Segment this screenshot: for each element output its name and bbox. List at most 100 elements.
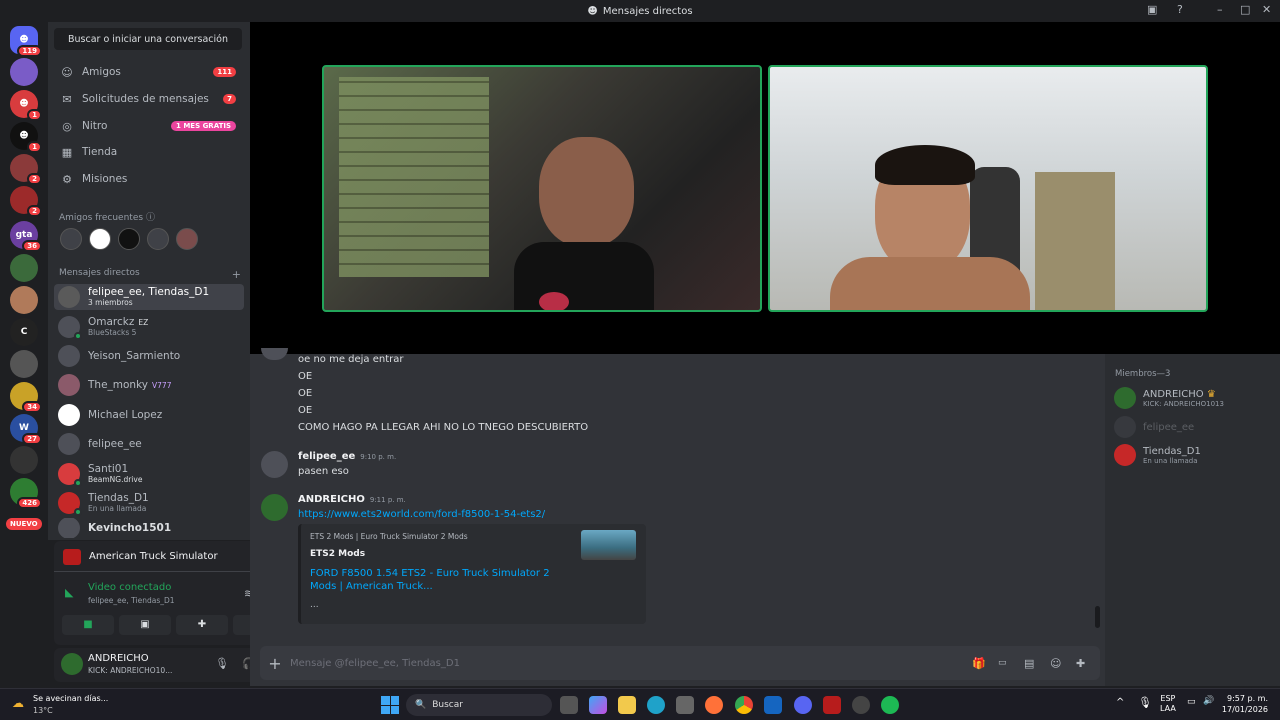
dm-item[interactable]: felipee_ee xyxy=(54,431,244,457)
maximize-button[interactable]: □ xyxy=(1240,3,1250,16)
friend-avatar[interactable] xyxy=(118,228,140,250)
embed-title[interactable]: FORD F8500 1.54 ETS2 - Euro Truck Simula… xyxy=(310,567,575,593)
server-icon[interactable] xyxy=(10,446,38,474)
emoji-icon[interactable]: ☺ xyxy=(1050,657,1076,670)
server-icon[interactable] xyxy=(10,58,38,86)
task-view-icon[interactable] xyxy=(560,696,578,714)
weather-icon[interactable]: ☁ xyxy=(12,696,24,710)
dm-search-button[interactable]: Buscar o iniciar una conversación xyxy=(54,28,242,50)
gift-icon[interactable]: 🎁 xyxy=(972,657,998,670)
friend-avatar[interactable] xyxy=(60,228,82,250)
avatar xyxy=(58,463,82,487)
firefox-icon[interactable] xyxy=(705,696,723,714)
message-input[interactable]: Mensaje @felipee_ee, Tiendas_D1 xyxy=(290,658,972,669)
friend-avatar[interactable] xyxy=(89,228,111,250)
mic-icon[interactable]: 🎙 xyxy=(215,657,229,670)
embed-description: ... xyxy=(310,600,319,610)
server-icon[interactable]: 426 xyxy=(10,478,42,509)
dm-item[interactable]: The_monky V777 xyxy=(54,372,244,398)
server-icon[interactable]: C xyxy=(10,318,38,346)
dm-item[interactable]: Yeison_Sarmiento xyxy=(54,343,244,369)
sticker-icon[interactable]: ▤ xyxy=(1024,657,1050,670)
clock[interactable]: 9:57 p. m. 17/01/2026 xyxy=(1222,693,1268,715)
nav-friends[interactable]: ☺ Amigos 111 xyxy=(54,60,244,84)
app-icon[interactable] xyxy=(852,696,870,714)
shop-icon: ▦ xyxy=(61,145,73,159)
apps-icon[interactable]: ✚ xyxy=(1076,657,1100,670)
network-icon[interactable]: ▭ xyxy=(1187,697,1196,707)
gif-icon[interactable]: ▭ xyxy=(998,658,1024,668)
server-badge: 1 xyxy=(27,109,42,121)
server-icon[interactable]: 2 xyxy=(10,154,42,185)
member-item[interactable]: ANDREICHO ♛ KICK: ANDREICHO1013 xyxy=(1114,387,1224,409)
message-author[interactable]: ANDREICHO xyxy=(298,494,365,505)
embed-thumbnail[interactable] xyxy=(581,530,636,560)
weather-temp: 13°C xyxy=(33,706,53,715)
spotify-icon[interactable] xyxy=(881,696,899,714)
nav-nitro[interactable]: ◎ Nitro 1 MES GRATIS xyxy=(54,114,244,138)
weather-title[interactable]: Se avecinan días... xyxy=(33,694,108,703)
dm-item[interactable]: felipee_ee, Tiendas_D1 3 miembros xyxy=(54,284,244,310)
dm-item[interactable]: Santi01 BeamNG.drive xyxy=(54,461,244,487)
camera-button[interactable]: ■ xyxy=(62,615,114,635)
chat-scrollbar[interactable] xyxy=(1095,606,1100,628)
video-tile[interactable] xyxy=(768,65,1208,312)
friend-avatar[interactable] xyxy=(147,228,169,250)
avatar[interactable] xyxy=(261,451,288,478)
video-tile[interactable] xyxy=(322,65,762,312)
dm-item[interactable]: Kevincho1501 xyxy=(54,518,244,538)
store-icon[interactable] xyxy=(676,696,694,714)
app-v-icon[interactable] xyxy=(764,696,782,714)
friend-avatar[interactable] xyxy=(176,228,198,250)
user-status: KICK: ANDREICHO10... xyxy=(88,666,173,675)
server-icon[interactable] xyxy=(10,286,38,314)
member-item[interactable]: felipee_ee xyxy=(1114,416,1194,438)
person-shirt xyxy=(514,242,654,310)
server-icon[interactable]: ☻ 1 xyxy=(10,90,42,121)
chrome-icon[interactable] xyxy=(735,696,753,714)
inbox-icon[interactable]: ▣ xyxy=(1147,3,1157,16)
message-link[interactable]: https://www.ets2world.com/ford-f8500-1-5… xyxy=(298,509,545,520)
server-gta[interactable]: gta 36 xyxy=(10,221,42,252)
copilot-icon[interactable] xyxy=(589,696,607,714)
close-button[interactable]: ✕ xyxy=(1262,3,1271,16)
dm-item[interactable]: Omarckz EZ BlueStacks 5 xyxy=(54,314,244,340)
dm-item[interactable]: Michael Lopez xyxy=(54,402,244,428)
info-icon[interactable]: ⓘ xyxy=(146,213,155,223)
server-icon[interactable]: 2 xyxy=(10,186,42,217)
nav-quests[interactable]: ⚙ Misiones xyxy=(54,167,244,191)
nav-message-requests[interactable]: ✉ Solicitudes de mensajes 7 xyxy=(54,87,244,111)
add-attachment-icon[interactable]: + xyxy=(260,654,290,673)
language-indicator[interactable]: ESP LAA xyxy=(1160,694,1176,714)
add-dm-icon[interactable]: + xyxy=(232,268,241,281)
home-button[interactable]: ☻ 119 xyxy=(10,26,42,57)
screenshare-button[interactable]: ▣ xyxy=(119,615,171,635)
member-item[interactable]: Tiendas_D1 En una llamada xyxy=(1114,444,1201,466)
new-badge[interactable]: NUEVO xyxy=(6,518,42,530)
message-author[interactable]: felipee_ee xyxy=(298,451,355,462)
server-icon[interactable] xyxy=(10,254,38,282)
message-header: ANDREICHO 9:11 p. m. xyxy=(298,494,406,505)
server-icon[interactable]: W 27 xyxy=(10,414,42,445)
avatar[interactable] xyxy=(261,494,288,521)
server-icon[interactable]: ☻ 1 xyxy=(10,122,42,153)
taskbar-search[interactable]: 🔍 Buscar xyxy=(406,694,552,716)
help-icon[interactable]: ? xyxy=(1177,3,1183,16)
volume-icon[interactable]: 🔊 xyxy=(1203,696,1214,706)
tray-chevron-icon[interactable]: ^ xyxy=(1116,697,1124,708)
activities-button[interactable]: ✚ xyxy=(176,615,228,635)
mic-tray-icon[interactable]: 🎙 xyxy=(1138,696,1152,709)
file-explorer-icon[interactable] xyxy=(618,696,636,714)
dm-item[interactable]: Tiendas_D1 En una llamada xyxy=(54,490,244,516)
minimize-button[interactable]: – xyxy=(1217,3,1223,16)
edge-icon[interactable] xyxy=(647,696,665,714)
start-button[interactable] xyxy=(381,696,399,714)
nav-shop[interactable]: ▦ Tienda xyxy=(54,140,244,164)
friends-icon: ☺ xyxy=(61,65,73,79)
discord-icon[interactable] xyxy=(794,696,812,714)
user-avatar[interactable] xyxy=(61,653,83,675)
server-icon[interactable] xyxy=(10,350,38,378)
server-icon[interactable]: 34 xyxy=(10,382,42,413)
truck-sim-icon[interactable] xyxy=(823,696,841,714)
server-badge: 1 xyxy=(27,141,42,153)
